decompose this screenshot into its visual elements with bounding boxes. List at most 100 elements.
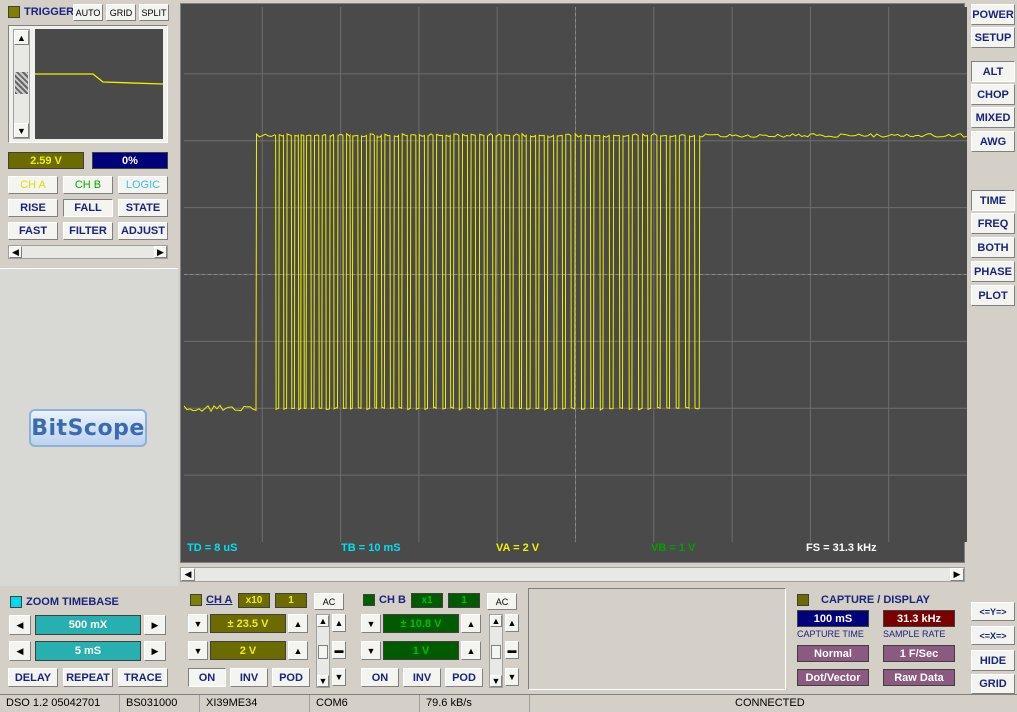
- scroll-up-icon[interactable]: ▲: [14, 30, 29, 45]
- phase-button[interactable]: PHASE: [971, 261, 1015, 282]
- chb-coupling-button[interactable]: AC: [487, 593, 517, 610]
- chb-range-down-icon[interactable]: ▼: [361, 614, 381, 633]
- cha-inv-button[interactable]: INV: [230, 668, 268, 687]
- chb-probe[interactable]: x1: [411, 593, 443, 608]
- time-button[interactable]: TIME: [971, 190, 1015, 211]
- trigger-hscroll[interactable]: ◀ ▶: [8, 245, 168, 259]
- cha-range-readout[interactable]: ± 23.5 V: [210, 614, 286, 633]
- cha-pos-up-icon[interactable]: ▲: [332, 614, 346, 632]
- cha-pos-mid-icon[interactable]: ▬: [332, 641, 346, 659]
- scroll-down-icon[interactable]: ▼: [14, 123, 29, 138]
- setup-button[interactable]: SETUP: [971, 27, 1015, 48]
- data-mode-button[interactable]: Raw Data: [883, 669, 955, 686]
- delay-button[interactable]: DELAY: [8, 668, 58, 687]
- trigger-state-button[interactable]: STATE: [118, 199, 168, 217]
- chb-range-readout[interactable]: ± 10.8 V: [383, 614, 459, 633]
- chb-offset-slider[interactable]: ▲ ▼: [489, 614, 503, 688]
- chb-slider-thumb[interactable]: [491, 645, 501, 659]
- chb-div-readout[interactable]: 1 V: [383, 641, 459, 660]
- chb-pos-mid-icon[interactable]: ▬: [505, 641, 519, 659]
- trigger-chb-button[interactable]: CH B: [63, 176, 113, 194]
- cha-div-down-icon[interactable]: ▼: [188, 641, 208, 660]
- awg-button[interactable]: AWG: [971, 131, 1015, 152]
- chb-pos-up-icon[interactable]: ▲: [505, 614, 519, 632]
- trigger-fall-button[interactable]: FALL: [63, 199, 113, 217]
- scroll-thumb[interactable]: [15, 72, 28, 94]
- chop-button[interactable]: CHOP: [971, 84, 1015, 105]
- trigger-rise-button[interactable]: RISE: [8, 199, 58, 217]
- cha-range-down-icon[interactable]: ▼: [188, 614, 208, 633]
- hide-button[interactable]: HIDE: [971, 650, 1015, 671]
- trigger-adjust-button[interactable]: ADJUST: [118, 222, 168, 240]
- cha-range-up-icon[interactable]: ▲: [288, 614, 308, 633]
- trigger-logic-button[interactable]: LOGIC: [118, 176, 168, 194]
- chb-on-button[interactable]: ON: [361, 668, 399, 687]
- scroll-left-icon[interactable]: ◀: [9, 246, 22, 258]
- chb-slider-up-icon[interactable]: ▲: [490, 615, 502, 627]
- td-readout: TD = 8 uS: [187, 542, 237, 554]
- cha-pod-button[interactable]: POD: [272, 668, 310, 687]
- cha-coupling-button[interactable]: AC: [314, 593, 344, 610]
- cha-on-button[interactable]: ON: [188, 668, 226, 687]
- cha-number[interactable]: 1: [275, 593, 307, 608]
- zoom-decrease-icon[interactable]: ◀: [9, 615, 31, 635]
- cha-pos-down-icon[interactable]: ▼: [332, 668, 346, 686]
- zoom-value-readout[interactable]: 500 mX: [35, 615, 141, 635]
- grid-button[interactable]: GRID: [971, 674, 1015, 694]
- y-cursor-button[interactable]: <=Y=>: [971, 602, 1015, 621]
- chb-pod-button[interactable]: POD: [445, 668, 483, 687]
- chb-panel: CH B x1 1 AC ▼ ± 10.8 V ▲ ▼ 1 V ▲ ON INV…: [353, 586, 523, 692]
- cha-div-readout[interactable]: 2 V: [210, 641, 286, 660]
- trigger-panel: TRIGGER AUTO GRID SPLIT ▲ ▼ 2.59 V 0% CH…: [0, 0, 178, 266]
- time-value-readout[interactable]: 5 mS: [35, 641, 141, 661]
- trigger-auto-button[interactable]: AUTO: [73, 4, 103, 21]
- cha-slider-down-icon[interactable]: ▼: [317, 675, 329, 687]
- repeat-button[interactable]: REPEAT: [63, 668, 113, 687]
- frame-rate-button[interactable]: 1 F/Sec: [883, 645, 955, 662]
- trace-button[interactable]: TRACE: [118, 668, 168, 687]
- capture-time-readout[interactable]: 100 mS: [797, 610, 869, 627]
- scope-hscroll[interactable]: ◀ ▶: [180, 567, 965, 582]
- cha-div-up-icon[interactable]: ▲: [288, 641, 308, 660]
- status-model: BS031000: [120, 695, 200, 712]
- chb-pos-down-icon[interactable]: ▼: [505, 668, 519, 686]
- cha-slider-up-icon[interactable]: ▲: [317, 615, 329, 627]
- scope-screen[interactable]: [184, 7, 967, 542]
- x-cursor-button[interactable]: <=X=>: [971, 626, 1015, 645]
- scope-scroll-left-icon[interactable]: ◀: [181, 568, 195, 581]
- cha-offset-slider[interactable]: ▲ ▼: [316, 614, 330, 688]
- trigger-cha-button[interactable]: CH A: [8, 176, 58, 194]
- right-toolbar: POWER SETUP ALT CHOP MIXED AWG TIME FREQ…: [968, 0, 1017, 694]
- trigger-level-readout[interactable]: 2.59 V: [8, 152, 84, 169]
- trigger-filter-button[interactable]: FILTER: [63, 222, 113, 240]
- time-decrease-icon[interactable]: ◀: [9, 641, 31, 661]
- chb-div-down-icon[interactable]: ▼: [361, 641, 381, 660]
- freq-button[interactable]: FREQ: [971, 213, 1015, 234]
- chb-range-up-icon[interactable]: ▲: [461, 614, 481, 633]
- cha-probe[interactable]: x10: [238, 593, 270, 608]
- chb-inv-button[interactable]: INV: [403, 668, 441, 687]
- trigger-split-button[interactable]: SPLIT: [139, 4, 169, 21]
- cha-color-swatch: [190, 594, 202, 606]
- trigger-grid-button[interactable]: GRID: [106, 4, 136, 21]
- scroll-right-icon[interactable]: ▶: [154, 246, 167, 258]
- cha-slider-thumb[interactable]: [318, 645, 328, 659]
- sample-rate-readout[interactable]: 31.3 kHz: [883, 610, 955, 627]
- scope-scroll-right-icon[interactable]: ▶: [950, 568, 964, 581]
- power-button[interactable]: POWER: [971, 4, 1015, 25]
- zoom-increase-icon[interactable]: ▶: [144, 615, 166, 635]
- mixed-button[interactable]: MIXED: [971, 107, 1015, 128]
- trigger-fast-button[interactable]: FAST: [8, 222, 58, 240]
- plot-button[interactable]: PLOT: [971, 285, 1015, 306]
- chb-number[interactable]: 1: [448, 593, 480, 608]
- both-button[interactable]: BOTH: [971, 237, 1015, 258]
- chb-div-up-icon[interactable]: ▲: [461, 641, 481, 660]
- draw-mode-button[interactable]: Dot/Vector: [797, 669, 869, 686]
- trigger-vscroll[interactable]: ▲ ▼: [13, 29, 30, 139]
- time-increase-icon[interactable]: ▶: [144, 641, 166, 661]
- alt-button[interactable]: ALT: [971, 61, 1015, 82]
- capture-mode-button[interactable]: Normal: [797, 645, 869, 662]
- chb-slider-down-icon[interactable]: ▼: [490, 675, 502, 687]
- capture-time-label: CAPTURE TIME: [797, 629, 864, 639]
- trigger-position-readout[interactable]: 0%: [92, 152, 168, 169]
